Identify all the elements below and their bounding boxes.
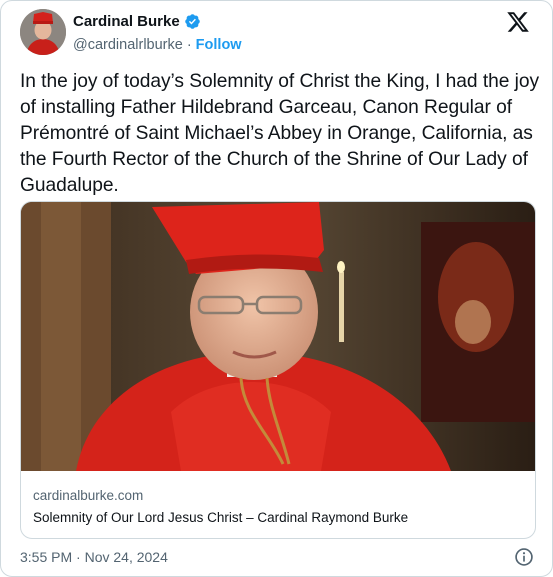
info-icon[interactable]	[514, 547, 534, 567]
x-logo-icon[interactable]	[506, 10, 530, 34]
cardinal-portrait-photo	[21, 202, 535, 471]
cardinal-portrait-avatar	[20, 9, 66, 55]
author-name[interactable]: Cardinal Burke	[73, 13, 180, 30]
link-domain: cardinalburke.com	[33, 488, 144, 503]
link-card[interactable]: cardinalburke.com Solemnity of Our Lord …	[20, 201, 536, 539]
author-handle-row: @cardinalrlburke · Follow	[73, 37, 242, 53]
follow-button[interactable]: Follow	[196, 37, 242, 53]
tweet-text: In the joy of today’s Solemnity of Chris…	[20, 71, 540, 196]
separator-dot: ·	[186, 37, 192, 53]
link-title: Solemnity of Our Lord Jesus Christ – Car…	[33, 510, 409, 525]
author-handle[interactable]: @cardinalrlburke	[73, 37, 183, 53]
tweet-card: Cardinal Burke @cardinalrlburke · Follow…	[0, 0, 553, 577]
verified-badge-icon	[184, 14, 200, 29]
author-name-row: Cardinal Burke	[73, 13, 201, 30]
avatar[interactable]	[20, 9, 66, 55]
tweet-timestamp[interactable]: 3:55 PM · Nov 24, 2024	[20, 549, 168, 565]
